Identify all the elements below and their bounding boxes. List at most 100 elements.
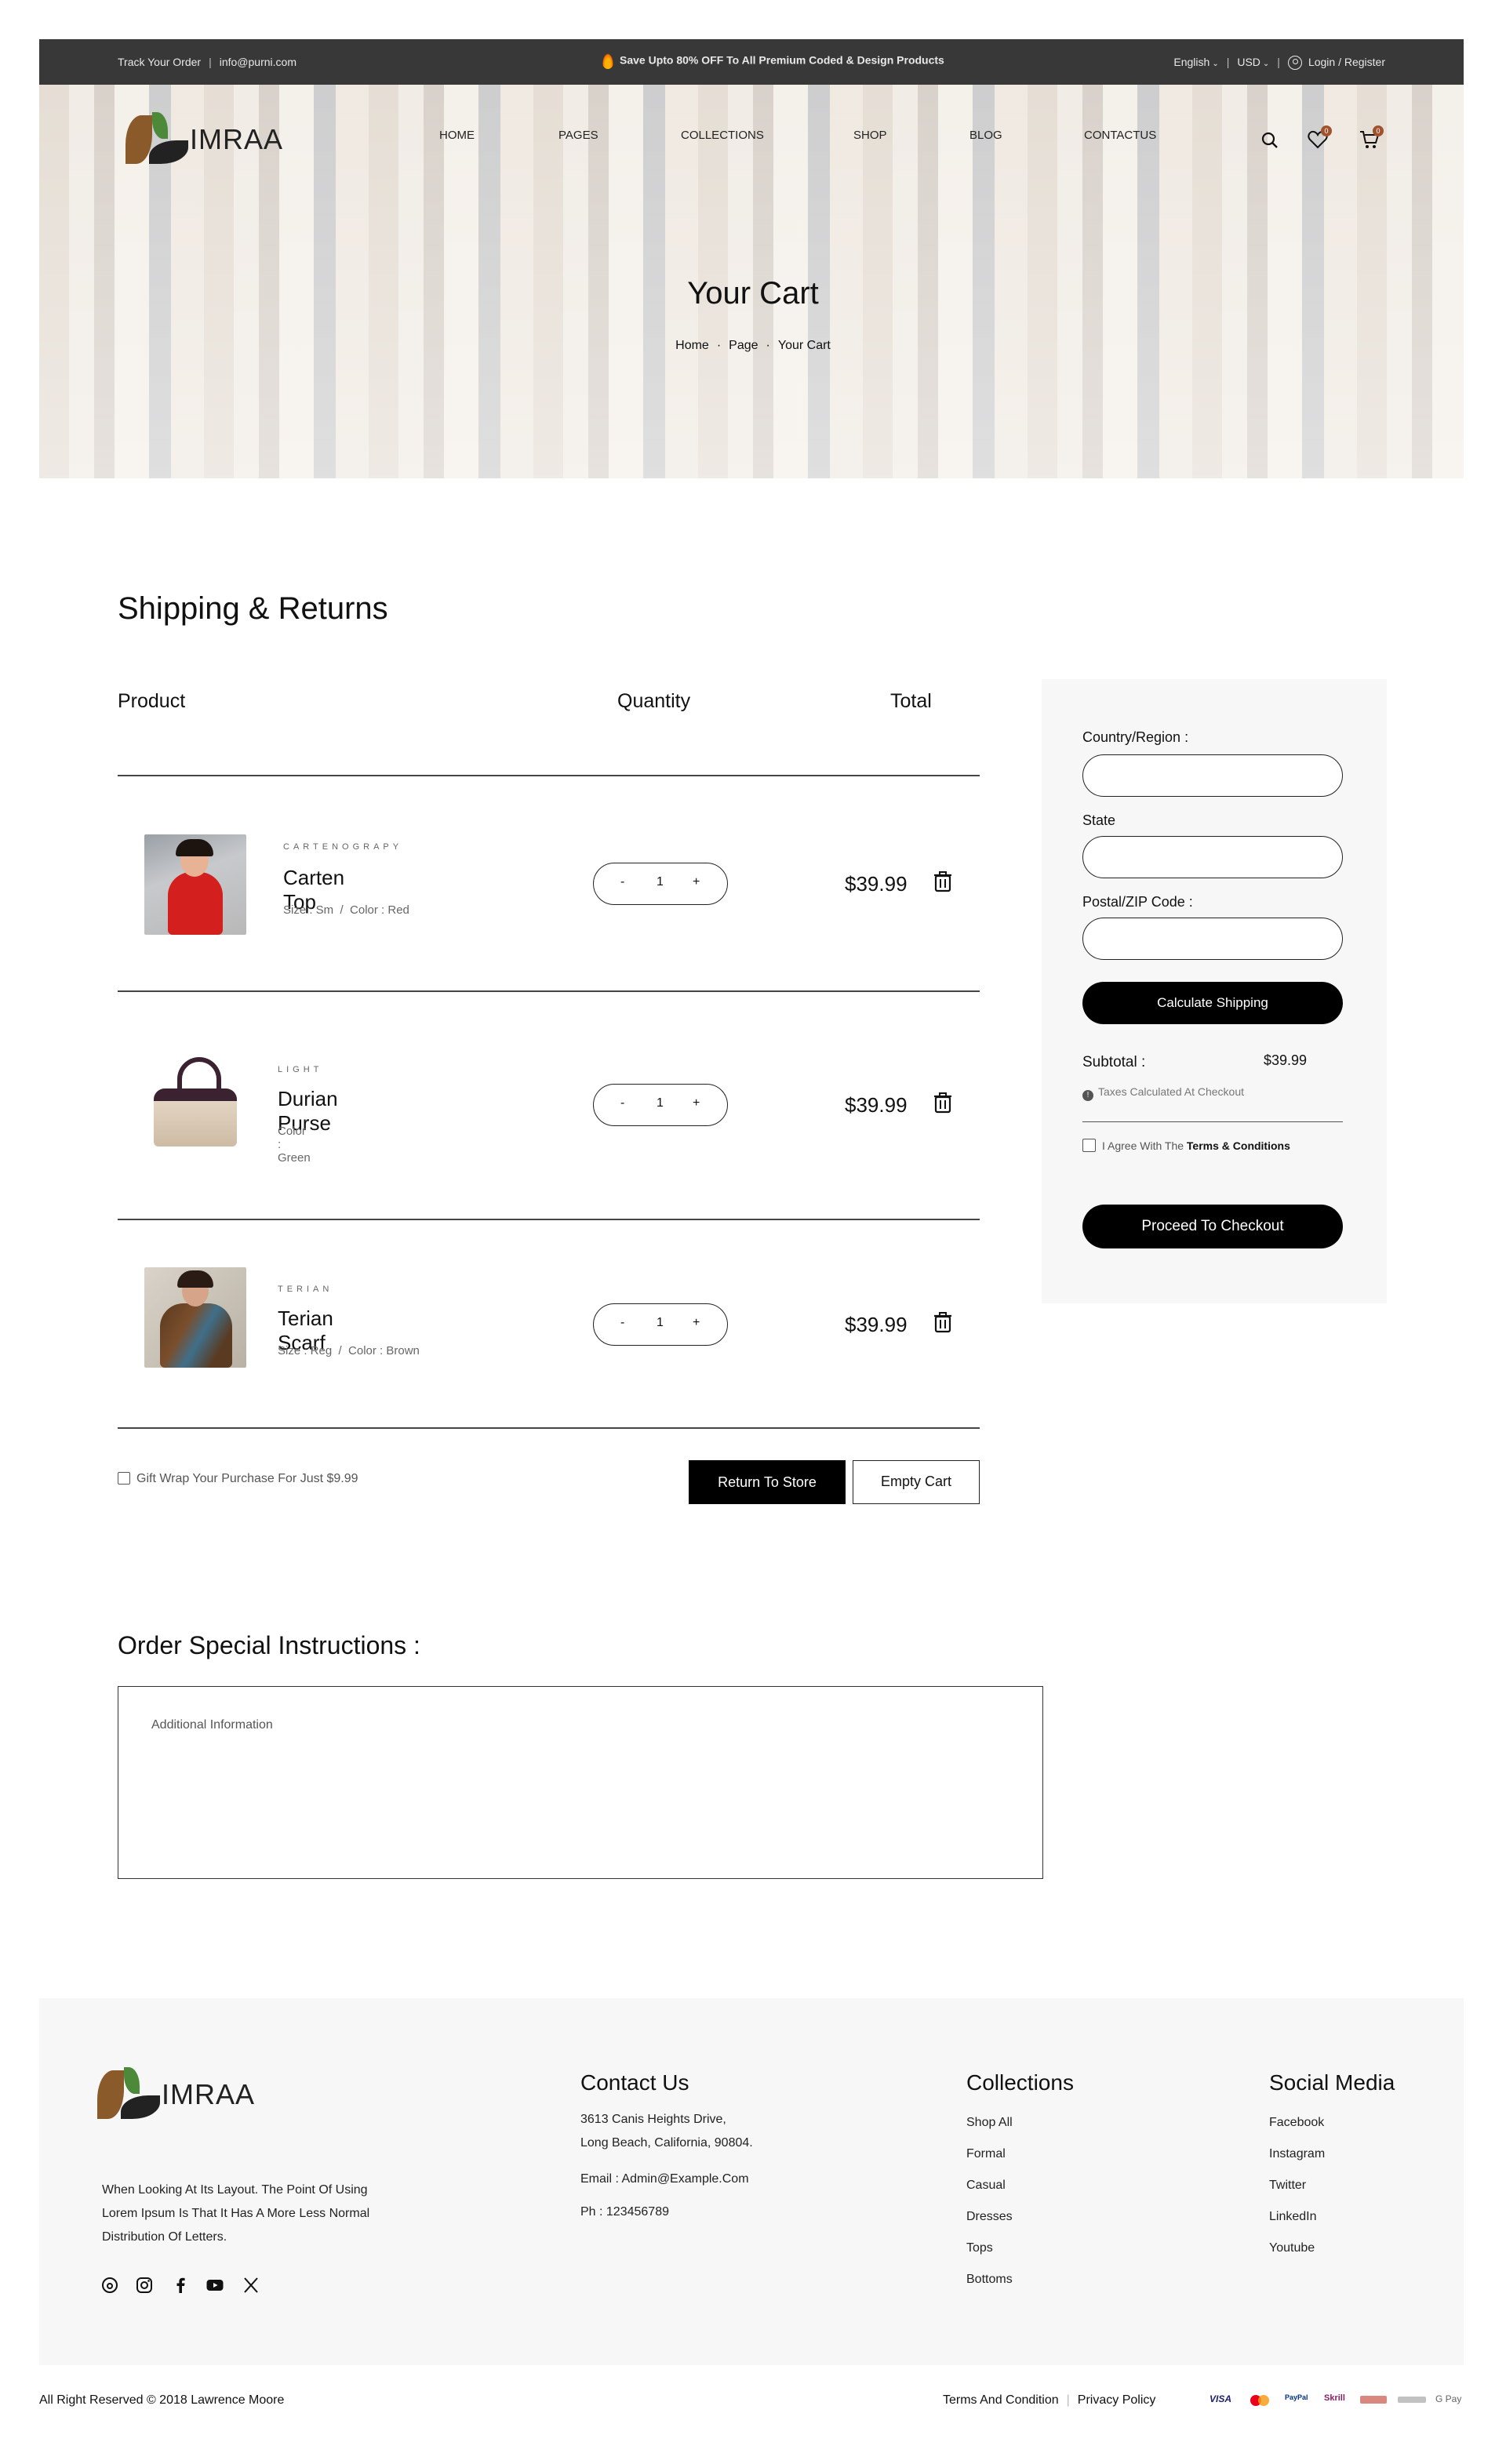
empty-cart-button[interactable]: Empty Cart: [853, 1460, 980, 1504]
qty-value[interactable]: 1: [657, 1316, 664, 1330]
footer-social-link[interactable]: Facebook: [1269, 2116, 1324, 2130]
language-select[interactable]: English ⌄: [1173, 56, 1218, 68]
footer-address-line: Long Beach, California, 90804.: [580, 2136, 753, 2150]
footer-logo-text: IMRAA: [162, 2078, 256, 2110]
chevron-down-icon: ⌄: [1262, 60, 1270, 68]
threads-icon[interactable]: [100, 2276, 119, 2299]
zip-input[interactable]: [1082, 918, 1343, 960]
product-meta: Color : Green: [278, 1125, 311, 1165]
product-image-terian-scarf[interactable]: [144, 1267, 246, 1368]
facebook-icon[interactable]: [171, 2276, 190, 2299]
youtube-icon[interactable]: [206, 2276, 224, 2299]
terms-and-condition-link[interactable]: Terms And Condition: [943, 2393, 1059, 2407]
qty-decrement-button[interactable]: -: [620, 1316, 624, 1330]
privacy-policy-link[interactable]: Privacy Policy: [1078, 2393, 1156, 2407]
footer-collection-link[interactable]: Tops: [966, 2241, 993, 2255]
amazon-pay-icon: [1398, 2397, 1426, 2403]
qty-decrement-button[interactable]: -: [620, 1096, 624, 1110]
heart-icon[interactable]: 0: [1307, 125, 1332, 152]
footer-collection-link[interactable]: Formal: [966, 2147, 1006, 2161]
trash-icon[interactable]: [933, 1311, 952, 1337]
nav-shop[interactable]: SHOP: [853, 129, 887, 142]
footer-address-line: 3613 Canis Heights Drive,: [580, 2113, 726, 2126]
nav-pages[interactable]: PAGES: [558, 129, 598, 142]
qty-value[interactable]: 1: [657, 1096, 664, 1110]
calculate-shipping-button[interactable]: Calculate Shipping: [1082, 982, 1343, 1024]
cart-icon[interactable]: 0: [1359, 125, 1384, 152]
trash-icon[interactable]: [933, 1092, 952, 1118]
site-logo[interactable]: IMRAA: [126, 112, 282, 167]
nav-contactus[interactable]: CONTACTUS: [1084, 129, 1156, 142]
cart-count-badge: 0: [1373, 125, 1384, 136]
footer-social-link[interactable]: Instagram: [1269, 2147, 1325, 2161]
paypal-icon: PayPal: [1285, 2393, 1308, 2401]
footer-collection-link[interactable]: Bottoms: [966, 2273, 1013, 2287]
footer-about-line: Distribution Of Letters.: [102, 2230, 227, 2244]
x-twitter-icon[interactable]: [242, 2276, 260, 2299]
qty-decrement-button[interactable]: -: [620, 875, 624, 889]
qty-increment-button[interactable]: +: [693, 1096, 700, 1110]
footer-social-link[interactable]: LinkedIn: [1269, 2210, 1317, 2224]
footer-collections-title: Collections: [966, 2070, 1074, 2095]
wishlist-count-badge: 0: [1321, 125, 1332, 136]
currency-select[interactable]: USD ⌄: [1237, 56, 1269, 68]
product-image-durian-purse[interactable]: [144, 1054, 246, 1154]
terms-agreement[interactable]: I Agree With The Terms & Conditions: [1082, 1139, 1290, 1152]
top-email-link[interactable]: info@purni.com: [220, 56, 296, 68]
user-icon: [1287, 56, 1302, 71]
terms-link[interactable]: Terms & Conditions: [1187, 1139, 1290, 1152]
logo-leaf-icon: [97, 2067, 165, 2122]
country-input[interactable]: [1082, 754, 1343, 797]
tax-note-text: Taxes Calculated At Checkout: [1098, 1085, 1244, 1098]
top-bar-right: English ⌄ | USD ⌄ | Login / Register: [1173, 56, 1385, 71]
return-to-store-button[interactable]: Return To Store: [689, 1460, 846, 1504]
quantity-stepper: - 1 +: [593, 1303, 728, 1346]
instructions-title: Order Special Instructions :: [118, 1631, 420, 1659]
instructions-textarea[interactable]: Additional Information: [118, 1686, 1043, 1879]
footer-collection-link[interactable]: Casual: [966, 2179, 1006, 2193]
qty-value[interactable]: 1: [657, 875, 664, 889]
subtotal-value: $39.99: [1264, 1052, 1308, 1068]
search-icon[interactable]: [1260, 130, 1283, 154]
state-input[interactable]: [1082, 836, 1343, 878]
product-image-carten-top[interactable]: [144, 834, 246, 935]
google-pay-icon: G Pay: [1435, 2393, 1462, 2404]
visa-icon: VISA: [1210, 2393, 1232, 2404]
breadcrumb-current: Your Cart: [777, 339, 831, 352]
cart-summary-panel: Country/Region : State Postal/ZIP Code :…: [1042, 679, 1387, 1303]
footer-collection-link[interactable]: Shop All: [966, 2116, 1013, 2130]
zip-label: Postal/ZIP Code :: [1082, 894, 1193, 910]
breadcrumb-page[interactable]: Page: [729, 339, 758, 352]
gift-wrap-checkbox[interactable]: [118, 1472, 130, 1485]
nav-blog[interactable]: BLOG: [969, 129, 1002, 142]
trash-icon[interactable]: [933, 870, 952, 896]
social-icons: [100, 2276, 273, 2299]
instagram-icon[interactable]: [135, 2276, 154, 2299]
footer-email[interactable]: Email : Admin@Example.Com: [580, 2172, 749, 2186]
skrill-icon: Skrill: [1324, 2393, 1345, 2403]
top-bar-left: Track Your Order | info@purni.com: [118, 56, 296, 68]
product-category: TERIAN: [278, 1285, 333, 1294]
state-label: State: [1082, 812, 1116, 828]
footer-social-link[interactable]: Twitter: [1269, 2179, 1306, 2193]
mastercard-icon: [1250, 2395, 1271, 2406]
footer-phone[interactable]: Ph : 123456789: [580, 2205, 669, 2219]
nav-home[interactable]: HOME: [439, 129, 475, 142]
footer-social-link[interactable]: Youtube: [1269, 2241, 1315, 2255]
main-nav: HOME PAGES COLLECTIONS SHOP BLOG CONTACT…: [439, 129, 1224, 144]
qty-increment-button[interactable]: +: [693, 875, 700, 889]
proceed-to-checkout-button[interactable]: Proceed To Checkout: [1082, 1205, 1343, 1248]
payment-badge-icon: [1360, 2396, 1387, 2404]
nav-collections[interactable]: COLLECTIONS: [681, 129, 764, 142]
footer-collection-link[interactable]: Dresses: [966, 2210, 1013, 2224]
gift-wrap-option[interactable]: Gift Wrap Your Purchase For Just $9.99: [118, 1472, 358, 1486]
divider: [1082, 1121, 1343, 1122]
breadcrumb: Home · Page · Your Cart: [675, 339, 831, 352]
footer-logo[interactable]: IMRAA: [97, 2067, 254, 2122]
qty-increment-button[interactable]: +: [693, 1316, 700, 1330]
breadcrumb-home[interactable]: Home: [675, 339, 709, 352]
terms-checkbox[interactable]: [1082, 1139, 1096, 1152]
login-register-link[interactable]: Login / Register: [1308, 56, 1385, 68]
track-order-link[interactable]: Track Your Order: [118, 56, 201, 68]
top-bar: Track Your Order | info@purni.com Save Upt…: [39, 39, 1464, 85]
